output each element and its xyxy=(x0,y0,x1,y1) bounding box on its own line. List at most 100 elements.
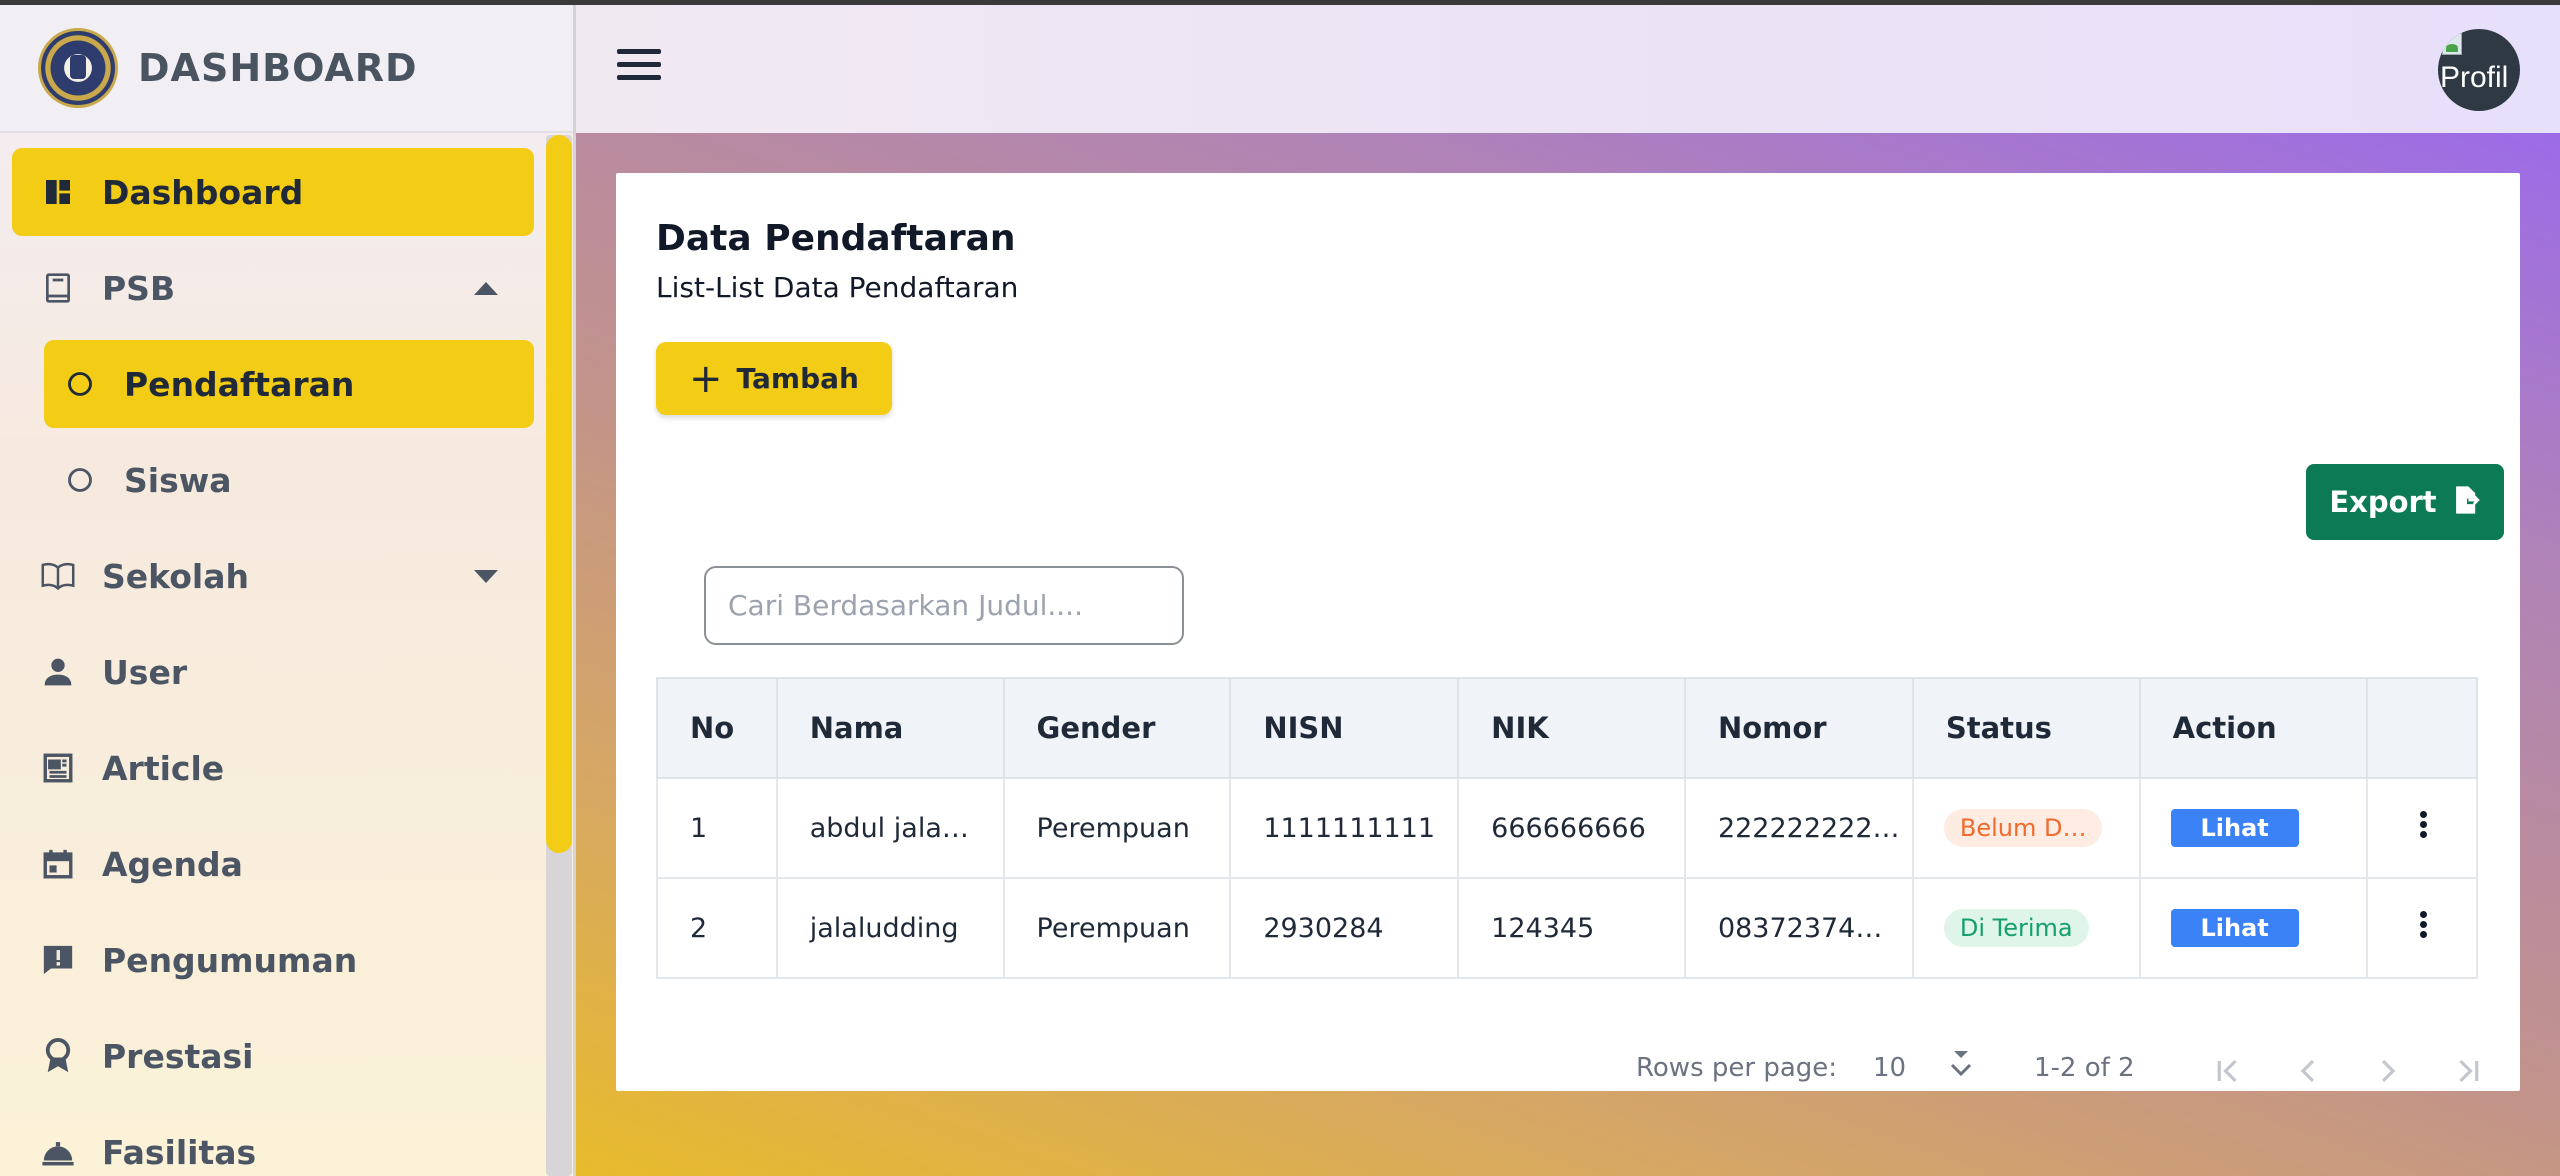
last-page-icon[interactable] xyxy=(2446,1051,2490,1091)
column-header-no[interactable]: No xyxy=(656,677,778,779)
window-top-border xyxy=(0,0,2560,5)
search-input[interactable] xyxy=(704,566,1184,645)
view-button[interactable]: Lihat xyxy=(2170,909,2299,947)
export-button-label: Export xyxy=(2329,485,2437,519)
hamburger-menu-icon[interactable] xyxy=(617,49,661,81)
cell-no: 1 xyxy=(656,777,778,879)
table-row: 2 jalaludding Perempuan 2930284 124345 0… xyxy=(656,877,2478,979)
cell-nisn: 2930284 xyxy=(1229,877,1460,979)
cell-action: Lihat xyxy=(2138,877,2369,979)
sidebar-item-label: Agenda xyxy=(102,844,243,884)
cell-status: Belum D… xyxy=(1911,777,2141,879)
chevron-down-icon xyxy=(474,570,498,583)
avatar-alt-text: Profil xyxy=(2440,61,2509,94)
sidebar-item-article[interactable]: Article xyxy=(12,724,534,812)
status-badge: Belum D… xyxy=(1943,809,2103,847)
view-button[interactable]: Lihat xyxy=(2170,809,2299,847)
sidebar-item-user[interactable]: User xyxy=(12,628,534,716)
sidebar-item-label: PSB xyxy=(102,268,176,308)
sidebar-item-pengumuman[interactable]: Pengumuman xyxy=(12,916,534,1004)
chevron-down-icon[interactable] xyxy=(1946,1045,1976,1092)
cell-nama: jalaludding xyxy=(775,877,1005,979)
column-header-gender[interactable]: Gender xyxy=(1002,677,1232,779)
sidebar-item-siswa[interactable]: Siswa xyxy=(44,436,534,524)
pagination: Rows per page: 10 1-2 of 2 xyxy=(616,1051,2520,1103)
calendar-icon xyxy=(38,844,78,884)
sidebar-item-fasilitas[interactable]: Fasilitas xyxy=(12,1108,534,1176)
column-header-status[interactable]: Status xyxy=(1911,677,2141,779)
cell-nisn: 1111111111 xyxy=(1229,777,1460,879)
cell-nomor: 222222222… xyxy=(1683,777,1914,879)
top-header: Profil xyxy=(576,5,2560,133)
cell-nama: abdul jala… xyxy=(775,777,1005,879)
sidebar: DASHBOARD Dashboard PSB Pendaftaran Sisw… xyxy=(0,5,576,1176)
table-row: 1 abdul jala… Perempuan 1111111111 66666… xyxy=(656,777,2478,879)
column-header-nama[interactable]: Nama xyxy=(775,677,1005,779)
sidebar-item-label: Article xyxy=(102,748,225,788)
page-title: Data Pendaftaran xyxy=(656,218,1016,259)
service-bell-icon xyxy=(38,1132,78,1172)
person-icon xyxy=(38,652,78,692)
cell-gender: Perempuan xyxy=(1002,777,1232,879)
sidebar-item-psb[interactable]: PSB xyxy=(12,244,534,332)
cell-status: Di Terima xyxy=(1911,877,2141,979)
registration-table: No Nama Gender NISN NIK Nomor Status Act… xyxy=(656,677,2478,979)
chevron-up-icon xyxy=(474,282,498,295)
add-button-label: Tambah xyxy=(736,362,859,395)
page-subtitle: List-List Data Pendaftaran xyxy=(656,271,1019,304)
newspaper-icon xyxy=(38,748,78,788)
brand-title: DASHBOARD xyxy=(138,46,418,90)
avatar[interactable]: Profil xyxy=(2438,29,2520,111)
column-header-action[interactable]: Action xyxy=(2138,677,2369,779)
sidebar-item-label: Dashboard xyxy=(102,172,304,212)
previous-page-icon[interactable] xyxy=(2286,1051,2330,1091)
next-page-icon[interactable] xyxy=(2366,1051,2410,1091)
sidebar-item-label: Fasilitas xyxy=(102,1132,257,1172)
book-icon xyxy=(38,268,78,308)
sidebar-item-agenda[interactable]: Agenda xyxy=(12,820,534,908)
sidebar-scrollbar-thumb[interactable] xyxy=(546,135,572,853)
table-header-row: No Nama Gender NISN NIK Nomor Status Act… xyxy=(656,677,2478,779)
column-header-menu xyxy=(2366,677,2478,779)
add-button[interactable]: + Tambah xyxy=(656,342,892,415)
award-icon xyxy=(38,1036,78,1076)
cell-nik: 666666666 xyxy=(1457,777,1686,879)
column-header-nisn[interactable]: NISN xyxy=(1229,677,1460,779)
sidebar-item-label: Sekolah xyxy=(102,556,249,596)
first-page-icon[interactable] xyxy=(2206,1051,2250,1091)
column-header-nomor[interactable]: Nomor xyxy=(1683,677,1914,779)
sidebar-item-sekolah[interactable]: Sekolah xyxy=(12,532,534,620)
more-vertical-icon[interactable] xyxy=(2420,908,2428,941)
more-vertical-icon[interactable] xyxy=(2420,808,2428,841)
sidebar-item-label: Pengumuman xyxy=(102,940,358,980)
open-book-icon xyxy=(38,556,78,596)
column-header-nik[interactable]: NIK xyxy=(1457,677,1686,779)
circle-icon xyxy=(60,460,100,500)
sidebar-item-prestasi[interactable]: Prestasi xyxy=(12,1012,534,1100)
sidebar-item-pendaftaran[interactable]: Pendaftaran xyxy=(44,340,534,428)
rows-per-page-value[interactable]: 10 xyxy=(1873,1053,1906,1083)
announcement-icon xyxy=(38,940,78,980)
brand: DASHBOARD xyxy=(0,5,573,133)
cell-menu xyxy=(2366,877,2478,979)
cell-menu xyxy=(2366,777,2478,879)
sidebar-item-label: User xyxy=(102,652,188,692)
registration-card: Data Pendaftaran List-List Data Pendafta… xyxy=(616,173,2520,1091)
plus-icon: + xyxy=(689,355,723,402)
rows-per-page-label: Rows per page: xyxy=(1636,1053,1838,1083)
sidebar-item-label: Pendaftaran xyxy=(124,364,355,404)
broken-image-icon xyxy=(2442,33,2462,55)
status-badge: Di Terima xyxy=(1943,909,2089,947)
cell-nomor: 08372374… xyxy=(1683,877,1914,979)
sidebar-item-dashboard[interactable]: Dashboard xyxy=(12,148,534,236)
main-content: Data Pendaftaran List-List Data Pendafta… xyxy=(576,133,2560,1176)
school-logo xyxy=(38,28,118,108)
sidebar-item-label: Prestasi xyxy=(102,1036,254,1076)
export-button[interactable]: Export xyxy=(2306,464,2504,540)
cell-gender: Perempuan xyxy=(1002,877,1232,979)
dashboard-icon xyxy=(38,172,78,212)
cell-no: 2 xyxy=(656,877,778,979)
file-export-icon xyxy=(2453,485,2481,520)
cell-nik: 124345 xyxy=(1457,877,1686,979)
circle-icon xyxy=(60,364,100,404)
